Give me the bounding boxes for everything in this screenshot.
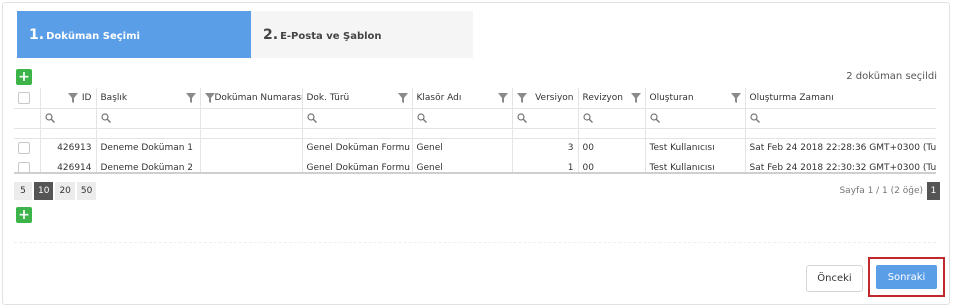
column-header-klasor-adi[interactable]: Klasör Adı xyxy=(412,88,513,109)
funnel-icon[interactable] xyxy=(185,92,196,103)
previous-button[interactable]: Önceki xyxy=(806,265,863,292)
search-icon xyxy=(416,113,427,123)
add-document-button[interactable]: + xyxy=(16,69,32,85)
funnel-icon[interactable] xyxy=(730,92,741,103)
filter-cell-olusturma-zamani[interactable] xyxy=(745,108,936,129)
cell-klasor-adi: Genel xyxy=(412,158,513,172)
row-checkbox[interactable] xyxy=(18,162,30,172)
funnel-icon[interactable] xyxy=(497,92,508,103)
filter-row xyxy=(14,108,936,129)
filter-cell-olusturan[interactable] xyxy=(645,108,746,129)
page-size-20[interactable]: 20 xyxy=(55,182,75,200)
search-icon xyxy=(749,113,760,123)
column-header-olusturma-zamani[interactable]: Oluşturma Zamanı xyxy=(745,88,936,109)
filter-cell-dok-turu[interactable] xyxy=(302,108,413,129)
selected-count-text: 2 doküman seçildi xyxy=(846,71,937,82)
column-header-revizyon[interactable]: Revizyon xyxy=(578,88,646,109)
column-header-baslik[interactable]: Başlık xyxy=(96,88,201,109)
search-icon xyxy=(516,113,527,123)
page-size-selector: 5 10 20 50 xyxy=(14,182,97,200)
cell-olusturma-zamani: Sat Feb 24 2018 22:30:32 GMT+0300 (Turke… xyxy=(749,163,937,173)
funnel-icon[interactable] xyxy=(630,92,641,103)
search-icon xyxy=(649,113,660,123)
table-row[interactable]: 426913 Deneme Doküman 1 Genel Doküman Fo… xyxy=(14,138,936,158)
documents-grid: ID Başlık Doküman Numarası Dok. Türü Kla… xyxy=(14,88,936,174)
filter-cell-baslik[interactable] xyxy=(96,108,201,129)
column-label: Oluşturma Zamanı xyxy=(749,92,834,103)
row-checkbox[interactable] xyxy=(18,142,30,155)
cell-id: 426914 xyxy=(40,158,97,172)
column-label: Revizyon xyxy=(582,92,623,103)
cell-dokuman-numarasi xyxy=(200,158,303,172)
add-document-button-bottom[interactable]: + xyxy=(16,207,32,223)
column-label: Versiyon xyxy=(535,92,574,103)
funnel-icon[interactable] xyxy=(204,92,215,103)
cell-olusturma-zamani: Sat Feb 24 2018 22:28:36 GMT+0300 (Turke… xyxy=(749,143,937,154)
step-number: 1. xyxy=(29,26,45,43)
column-label: Başlık xyxy=(100,92,128,103)
cell-klasor-adi: Genel xyxy=(412,138,513,158)
funnel-icon[interactable] xyxy=(67,92,78,103)
cell-olusturan: Test Kullanıcısı xyxy=(645,158,746,172)
filter-cell-versiyon[interactable] xyxy=(512,108,579,129)
page-number-button[interactable]: 1 xyxy=(927,182,940,200)
search-icon xyxy=(582,113,593,123)
column-label: Dok. Türü xyxy=(306,92,350,103)
cell-dok-turu: Genel Doküman Formu xyxy=(302,138,413,158)
plus-icon: + xyxy=(18,69,30,85)
cell-revizyon: 00 xyxy=(578,158,646,172)
cell-baslik: Deneme Doküman 2 xyxy=(96,158,201,172)
filter-cell-revizyon[interactable] xyxy=(578,108,646,129)
page-size-10[interactable]: 10 xyxy=(34,182,54,200)
search-icon xyxy=(306,113,317,123)
cell-dokuman-numarasi xyxy=(200,138,303,158)
search-icon xyxy=(44,113,55,123)
cell-dok-turu: Genel Doküman Formu xyxy=(302,158,413,172)
column-header-olusturan[interactable]: Oluşturan xyxy=(645,88,746,109)
column-label: Klasör Adı xyxy=(416,92,462,103)
page-info: Sayfa 1 / 1 (2 öğe) xyxy=(839,186,923,196)
wizard-step-2[interactable]: 2. E-Posta ve Şablon xyxy=(251,11,473,58)
next-button[interactable]: Sonraki xyxy=(876,265,937,289)
cell-revizyon: 00 xyxy=(578,138,646,158)
column-header-dok-turu[interactable]: Dok. Türü xyxy=(302,88,413,109)
filter-cell-id[interactable] xyxy=(40,108,97,129)
select-all-checkbox[interactable] xyxy=(18,91,30,104)
cell-baslik: Deneme Doküman 1 xyxy=(96,138,201,158)
column-label: Doküman Numarası xyxy=(214,92,302,103)
page-size-5[interactable]: 5 xyxy=(14,182,32,200)
cell-id: 426913 xyxy=(40,138,97,158)
column-label: ID xyxy=(81,92,92,103)
cell-versiyon: 3 xyxy=(512,138,579,158)
column-header-versiyon[interactable]: Versiyon xyxy=(512,88,579,109)
step-label: Doküman Seçimi xyxy=(46,30,140,42)
funnel-icon[interactable] xyxy=(516,92,527,103)
select-all-header xyxy=(14,88,41,109)
cell-olusturan: Test Kullanıcısı xyxy=(645,138,746,158)
search-icon xyxy=(100,113,111,123)
divider xyxy=(14,242,936,243)
column-header-id[interactable]: ID xyxy=(40,88,97,109)
filter-cell-klasor-adi[interactable] xyxy=(412,108,513,129)
wizard-step-1[interactable]: 1. Doküman Seçimi xyxy=(17,11,267,58)
page-size-50[interactable]: 50 xyxy=(76,182,97,200)
table-row[interactable]: 426914 Deneme Doküman 2 Genel Doküman Fo… xyxy=(14,158,937,173)
step-number: 2. xyxy=(263,26,279,43)
plus-icon: + xyxy=(18,207,30,223)
step-label: E-Posta ve Şablon xyxy=(280,30,382,42)
funnel-icon[interactable] xyxy=(397,92,408,103)
filter-cell-dokuman-numarasi[interactable] xyxy=(200,108,303,129)
column-header-dokuman-numarasi[interactable]: Doküman Numarası xyxy=(200,88,303,109)
next-button-highlight: Sonraki xyxy=(868,257,945,297)
column-label: Oluşturan xyxy=(649,92,694,103)
cell-versiyon: 1 xyxy=(512,158,579,172)
